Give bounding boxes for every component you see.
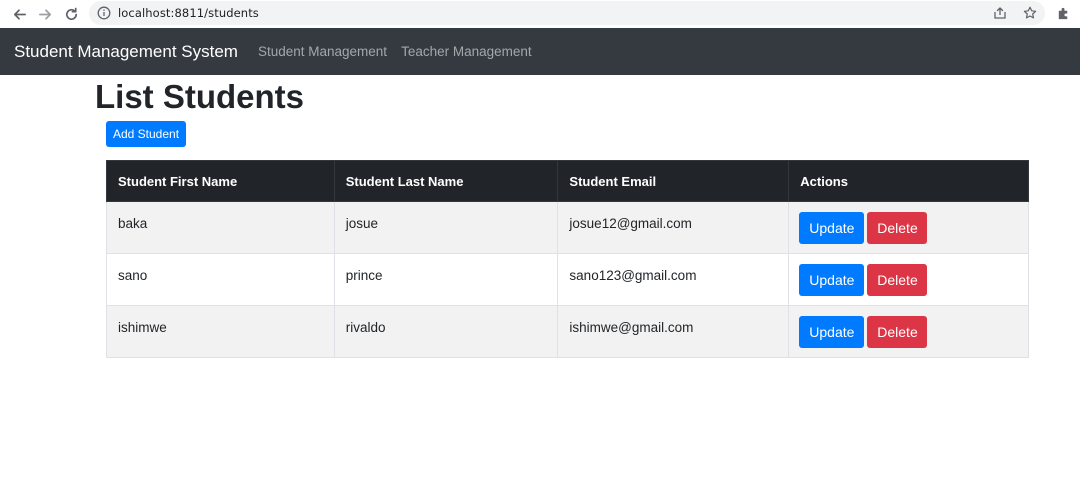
back-arrow-icon[interactable] <box>8 3 30 25</box>
table-row: baka josue josue12@gmail.com Update Delet… <box>106 201 1029 254</box>
cell-email: josue12@gmail.com <box>557 201 790 254</box>
address-bar[interactable]: localhost:8811/students <box>89 1 1045 25</box>
navbar-brand[interactable]: Student Management System <box>14 42 238 62</box>
cell-email: ishimwe@gmail.com <box>557 305 790 358</box>
cell-last-name: prince <box>333 253 559 306</box>
cell-actions: Update Delete <box>788 305 1029 358</box>
cell-last-name: rivaldo <box>333 305 559 358</box>
delete-button[interactable]: Delete <box>867 264 928 296</box>
header-actions: Actions <box>788 160 1029 202</box>
extensions-puzzle-icon[interactable] <box>1056 6 1071 21</box>
table-row: ishimwe rivaldo ishimwe@gmail.com Update… <box>106 305 1029 358</box>
header-last-name: Student Last Name <box>333 160 559 202</box>
cell-actions: Update Delete <box>788 253 1029 306</box>
cell-actions: Update Delete <box>788 201 1029 254</box>
update-button[interactable]: Update <box>799 264 865 296</box>
header-first-name: Student First Name <box>106 160 335 202</box>
table-header-row: Student First Name Student Last Name Stu… <box>106 160 1029 202</box>
url-text[interactable]: localhost:8811/students <box>118 6 259 20</box>
delete-button[interactable]: Delete <box>867 316 928 348</box>
nav-link-student-management[interactable]: Student Management <box>258 44 387 59</box>
cell-last-name: josue <box>333 201 559 254</box>
cell-first-name: ishimwe <box>106 305 335 358</box>
cell-first-name: baka <box>106 201 335 254</box>
update-button[interactable]: Update <box>799 316 865 348</box>
share-icon[interactable] <box>993 6 1007 20</box>
browser-toolbar: localhost:8811/students <box>0 0 1080 28</box>
bookmark-star-icon[interactable] <box>1023 6 1037 20</box>
nav-link-teacher-management[interactable]: Teacher Management <box>401 44 532 59</box>
students-table: Student First Name Student Last Name Stu… <box>106 160 1029 358</box>
forward-arrow-icon[interactable] <box>34 3 56 25</box>
page-title: List Students <box>95 78 305 115</box>
update-button[interactable]: Update <box>799 212 865 244</box>
header-email: Student Email <box>557 160 790 202</box>
cell-first-name: sano <box>106 253 335 306</box>
delete-button[interactable]: Delete <box>867 212 928 244</box>
add-student-button[interactable]: Add Student <box>106 121 186 147</box>
reload-icon[interactable] <box>60 3 82 25</box>
site-info-icon[interactable] <box>97 6 111 20</box>
app-navbar: Student Management System Student Manage… <box>0 28 1080 75</box>
table-row: sano prince sano123@gmail.com Update Dele… <box>106 253 1029 306</box>
cell-email: sano123@gmail.com <box>557 253 790 306</box>
